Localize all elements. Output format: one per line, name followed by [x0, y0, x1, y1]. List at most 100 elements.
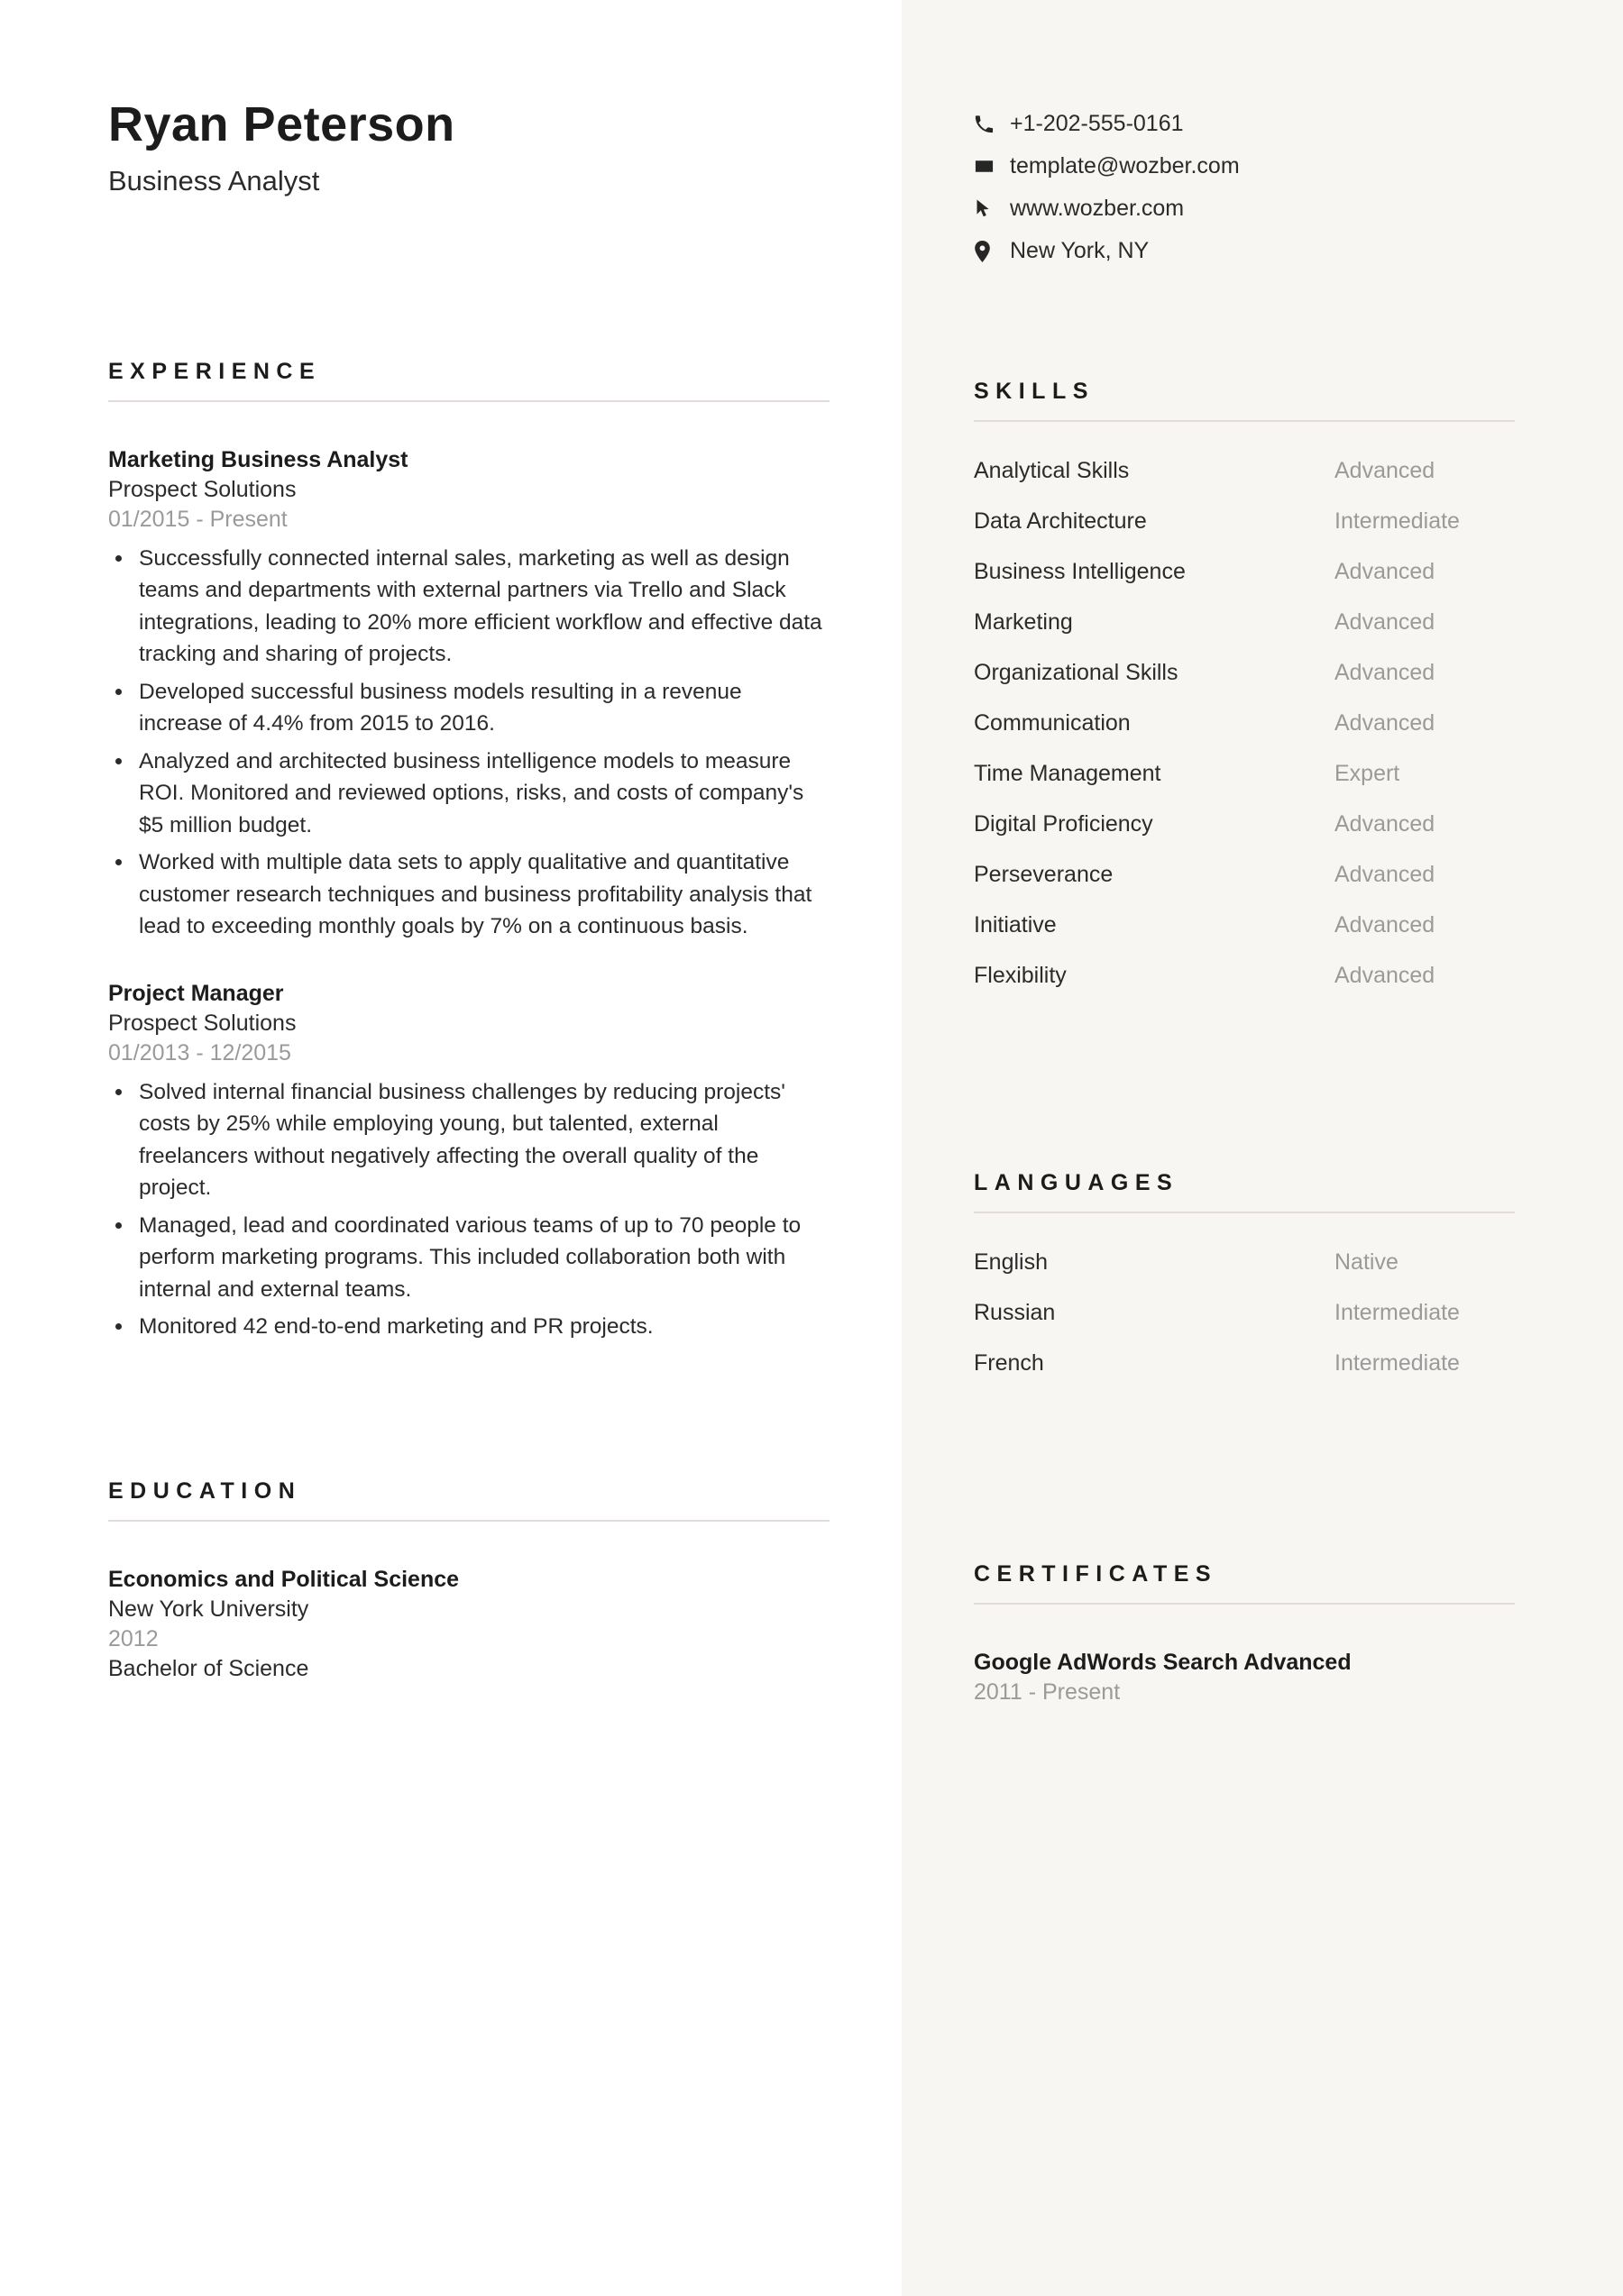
skill-name: Time Management — [974, 761, 1161, 786]
skill-name: Data Architecture — [974, 508, 1147, 534]
skill-row: Initiative Advanced — [974, 914, 1515, 965]
certificate-entry: Google AdWords Search Advanced 2011 - Pr… — [974, 1648, 1515, 1707]
education-school: New York University — [108, 1596, 309, 1622]
contact-email-text: template@wozber.com — [1010, 153, 1240, 178]
section-divider — [974, 1603, 1515, 1605]
language-row: Russian Intermediate — [974, 1302, 1515, 1352]
candidate-job-title: Business Analyst — [108, 165, 320, 197]
email-icon — [974, 156, 1004, 177]
languages-heading: LANGUAGES — [974, 1170, 1179, 1195]
bullet-item: Worked with multiple data sets to apply … — [108, 846, 830, 943]
skill-level: Advanced — [1334, 862, 1435, 887]
certificates-section: CERTIFICATES Google AdWords Search Advan… — [974, 1563, 1515, 1707]
skill-name: Communication — [974, 710, 1131, 736]
language-level: Intermediate — [1334, 1350, 1460, 1376]
languages-list: English Native Russian Intermediate Fren… — [974, 1251, 1515, 1403]
language-level: Intermediate — [1334, 1300, 1460, 1325]
contact-location-text: New York, NY — [1010, 238, 1150, 263]
languages-section: LANGUAGES English Native Russian Interme… — [974, 1172, 1515, 1403]
skill-name: Digital Proficiency — [974, 811, 1153, 837]
skill-level: Advanced — [1334, 660, 1435, 685]
section-divider — [974, 420, 1515, 422]
bullet-item: Monitored 42 end-to-end marketing and PR… — [108, 1311, 830, 1343]
skill-row: Communication Advanced — [974, 712, 1515, 763]
skills-list: Analytical Skills Advanced Data Architec… — [974, 460, 1515, 1015]
skill-name: Perseverance — [974, 862, 1114, 887]
language-name: French — [974, 1350, 1044, 1376]
education-entry: Economics and Political Science New York… — [108, 1565, 830, 1684]
skill-name: Analytical Skills — [974, 458, 1130, 483]
certificate-title: Google AdWords Search Advanced — [974, 1650, 1352, 1675]
experience-bullet-list: Successfully connected internal sales, m… — [108, 543, 830, 943]
skill-name: Flexibility — [974, 963, 1067, 988]
bullet-item: Managed, lead and coordinated various te… — [108, 1210, 830, 1306]
candidate-name: Ryan Peterson — [108, 97, 455, 151]
left-column: Ryan Peterson Business Analyst EXPERIENC… — [0, 0, 902, 1684]
skill-row: Flexibility Advanced — [974, 965, 1515, 1015]
skill-row: Time Management Expert — [974, 763, 1515, 813]
right-column: +1-202-555-0161 template@wozber.com www.… — [902, 0, 1623, 1707]
location-pin-icon — [974, 240, 1004, 262]
contact-row-email[interactable]: template@wozber.com — [974, 145, 1515, 188]
skill-name: Marketing — [974, 609, 1073, 635]
resume-page: Ryan Peterson Business Analyst EXPERIENC… — [0, 0, 1623, 2296]
experience-entry: Marketing Business Analyst Prospect Solu… — [108, 445, 830, 943]
skill-row: Perseverance Advanced — [974, 864, 1515, 914]
skill-level: Advanced — [1334, 559, 1435, 584]
skill-row: Organizational Skills Advanced — [974, 662, 1515, 712]
skill-level: Advanced — [1334, 609, 1435, 635]
experience-organization: Prospect Solutions — [108, 1010, 297, 1036]
phone-icon — [974, 114, 1004, 134]
skill-level: Advanced — [1334, 963, 1435, 988]
language-name: English — [974, 1249, 1048, 1275]
bullet-item: Developed successful business models res… — [108, 676, 830, 740]
experience-heading: EXPERIENCE — [108, 358, 322, 384]
skill-row: Marketing Advanced — [974, 611, 1515, 662]
education-field: Economics and Political Science — [108, 1566, 460, 1592]
contact-website-text: www.wozber.com — [1010, 196, 1185, 221]
language-row: French Intermediate — [974, 1352, 1515, 1403]
contact-row-location[interactable]: New York, NY — [974, 230, 1515, 272]
section-divider — [108, 399, 830, 402]
contact-block: +1-202-555-0161 template@wozber.com www.… — [974, 0, 1515, 272]
experience-date-range: 01/2013 - 12/2015 — [108, 1039, 291, 1066]
skill-row: Digital Proficiency Advanced — [974, 813, 1515, 864]
section-divider — [108, 1519, 830, 1522]
experience-date-range: 01/2015 - Present — [108, 506, 288, 532]
skill-level: Advanced — [1334, 912, 1435, 938]
experience-organization: Prospect Solutions — [108, 476, 297, 502]
education-degree: Bachelor of Science — [108, 1655, 309, 1681]
skill-name: Initiative — [974, 912, 1057, 938]
skill-name: Business Intelligence — [974, 559, 1186, 584]
bullet-item: Analyzed and architected business intell… — [108, 746, 830, 842]
bullet-item: Solved internal financial business chall… — [108, 1076, 830, 1204]
contact-row-website[interactable]: www.wozber.com — [974, 188, 1515, 230]
bullet-item: Successfully connected internal sales, m… — [108, 543, 830, 671]
language-name: Russian — [974, 1300, 1056, 1325]
skill-level: Expert — [1334, 761, 1400, 786]
skill-level: Advanced — [1334, 811, 1435, 837]
skill-row: Analytical Skills Advanced — [974, 460, 1515, 510]
experience-job-title: Project Manager — [108, 980, 284, 1006]
contact-row-phone[interactable]: +1-202-555-0161 — [974, 103, 1515, 145]
skill-name: Organizational Skills — [974, 660, 1178, 685]
skill-row: Data Architecture Intermediate — [974, 510, 1515, 561]
experience-entry: Project Manager Prospect Solutions 01/20… — [108, 979, 830, 1343]
certificate-date: 2011 - Present — [974, 1679, 1121, 1705]
skills-heading: SKILLS — [974, 379, 1095, 404]
experience-section: EXPERIENCE Marketing Business Analyst Pr… — [108, 358, 830, 1343]
education-section: EDUCATION Economics and Political Scienc… — [108, 1477, 830, 1684]
education-year: 2012 — [108, 1625, 159, 1651]
language-row: English Native — [974, 1251, 1515, 1302]
certificates-heading: CERTIFICATES — [974, 1561, 1218, 1587]
experience-job-title: Marketing Business Analyst — [108, 446, 408, 472]
section-divider — [974, 1212, 1515, 1213]
education-heading: EDUCATION — [108, 1477, 302, 1504]
experience-bullet-list: Solved internal financial business chall… — [108, 1076, 830, 1343]
skill-level: Advanced — [1334, 710, 1435, 736]
contact-phone-text: +1-202-555-0161 — [1010, 111, 1184, 136]
website-cursor-icon — [974, 198, 1004, 219]
skills-section: SKILLS Analytical Skills Advanced Data A… — [974, 380, 1515, 1015]
skill-row: Business Intelligence Advanced — [974, 561, 1515, 611]
language-level: Native — [1334, 1249, 1398, 1275]
